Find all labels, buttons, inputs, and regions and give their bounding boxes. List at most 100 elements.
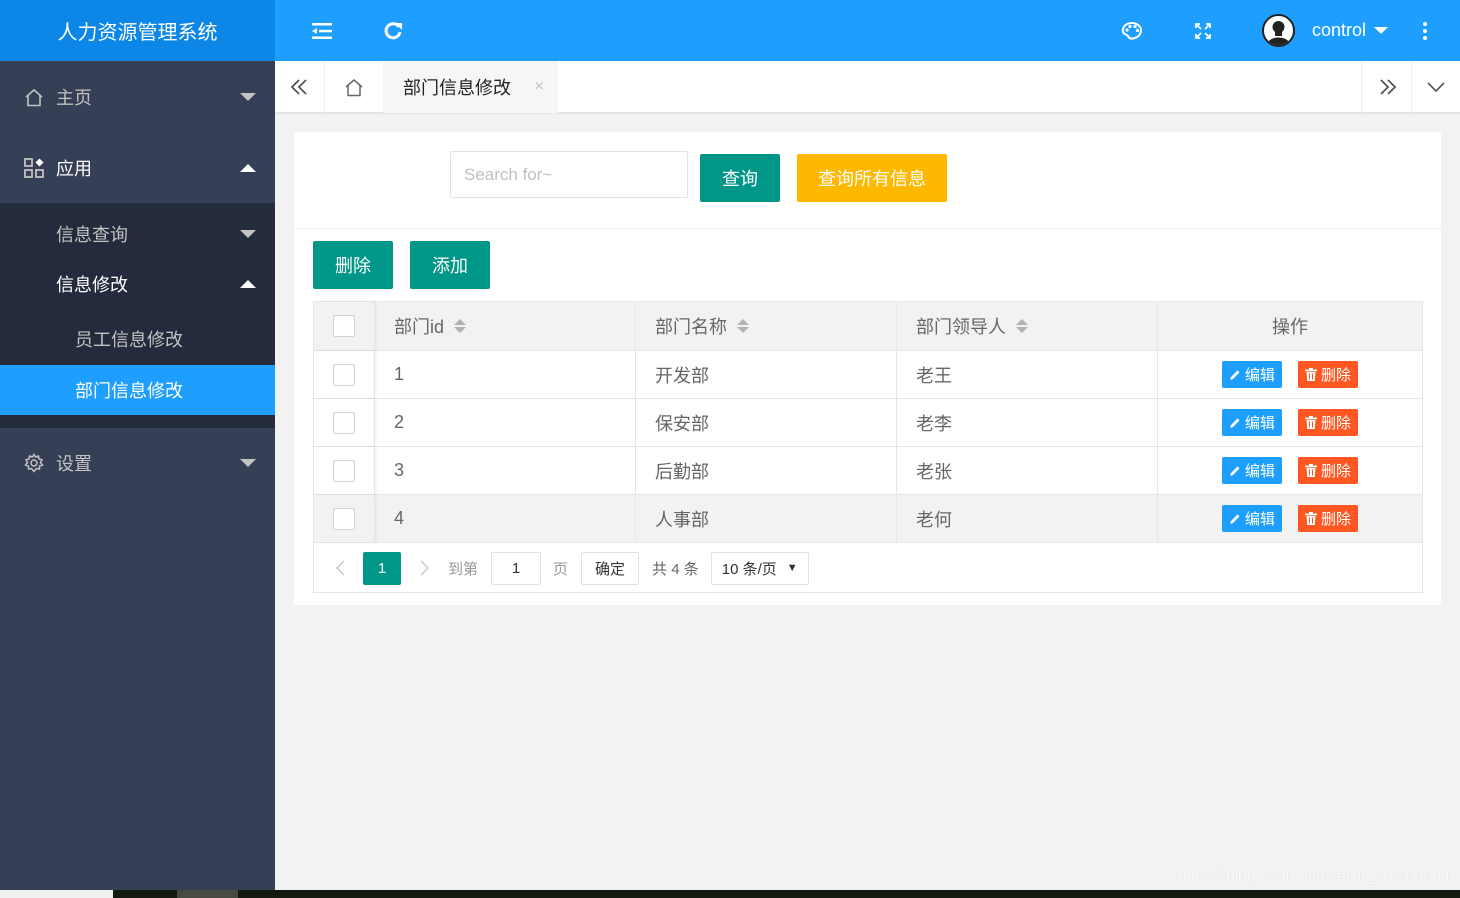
pencil-icon (1229, 513, 1241, 525)
delete-button[interactable]: 删除 (1298, 457, 1359, 484)
tab-options-button[interactable] (1411, 61, 1460, 113)
tab-scroll-right-button[interactable] (1361, 61, 1411, 113)
cell-id: 1 (375, 351, 636, 398)
palette-icon[interactable] (1112, 0, 1152, 61)
trash-icon (1305, 368, 1317, 381)
edit-button[interactable]: 编辑 (1221, 409, 1282, 436)
edit-button[interactable]: 编辑 (1221, 505, 1282, 532)
apps-submenu: 信息查询 信息修改 员工信息修改 部门信息修改 (0, 203, 275, 428)
cell-name: 人事部 (636, 495, 897, 542)
content-card: 查询 查询所有信息 删除 添加 部门id 部门名称 部门领导人 操作 1开发部老… (294, 132, 1441, 605)
delete-button[interactable]: 删除 (1298, 361, 1359, 388)
sidebar-item-info-query[interactable]: 信息查询 (0, 209, 275, 259)
sidebar-item-apps[interactable]: 应用 (0, 133, 275, 203)
column-header-name[interactable]: 部门名称 (636, 302, 897, 350)
delete-button[interactable]: 删除 (1298, 505, 1359, 532)
trash-icon (1305, 464, 1317, 477)
top-header: 人力资源管理系统 control (0, 0, 1460, 61)
refresh-icon[interactable] (373, 0, 413, 61)
apps-icon (24, 158, 44, 178)
cell-actions: 编辑 删除 (1158, 351, 1422, 398)
username: control (1312, 20, 1367, 40)
fullscreen-icon[interactable] (1183, 0, 1223, 61)
sidebar: 主页 应用 信息查询 信息修改 员工信息修改 部门信息修改 设置 (0, 61, 275, 890)
next-page-button[interactable] (410, 552, 438, 584)
table-row[interactable]: 3 后勤部 老张 编辑 删除 (314, 447, 1422, 495)
cell-name: 后勤部 (636, 447, 897, 494)
divider (294, 228, 1441, 229)
select-all-checkbox[interactable] (333, 315, 355, 337)
trash-icon (1305, 416, 1317, 429)
chevron-down-icon (1374, 27, 1389, 34)
row-checkbox[interactable] (333, 507, 355, 530)
sidebar-item-employee-modify[interactable]: 员工信息修改 (0, 314, 275, 364)
app-logo-title[interactable]: 人力资源管理系统 (0, 0, 275, 61)
sort-icon[interactable] (737, 319, 749, 333)
table-row[interactable]: 2 保安部 老李 编辑 删除 (314, 399, 1422, 447)
cell-id: 4 (375, 495, 636, 542)
delete-button[interactable]: 删除 (1298, 409, 1359, 436)
table-row[interactable]: 4 人事部 老何 编辑 删除 (314, 495, 1422, 543)
query-all-button[interactable]: 查询所有信息 (797, 154, 947, 202)
tab-scroll-left-button[interactable] (275, 61, 325, 113)
cell-actions: 编辑 删除 (1158, 495, 1422, 542)
page-unit-label: 页 (553, 560, 569, 578)
caret-down-icon: ▼ (786, 562, 798, 574)
page-1-button[interactable]: 1 (363, 551, 401, 585)
watermark: https://blog.csdn.net/weixin_44200984 (1177, 868, 1450, 885)
edit-button[interactable]: 编辑 (1221, 457, 1282, 484)
column-header-leader[interactable]: 部门领导人 (897, 302, 1158, 350)
total-count: 共 4 条 (652, 560, 699, 578)
table-row[interactable]: 1 开发部 老王 编辑 删除 (314, 351, 1422, 399)
gear-icon (24, 453, 44, 473)
cell-leader: 老李 (897, 399, 1158, 446)
cell-actions: 编辑 删除 (1158, 399, 1422, 446)
sidebar-item-home[interactable]: 主页 (0, 62, 275, 132)
chevron-down-icon (240, 230, 256, 238)
more-vertical-icon[interactable] (1405, 0, 1445, 61)
prev-page-button[interactable] (326, 552, 354, 584)
user-menu[interactable]: control (1262, 0, 1389, 61)
avatar (1262, 14, 1295, 47)
row-checkbox[interactable] (333, 459, 355, 482)
cell-id: 2 (375, 399, 636, 446)
tab-home-button[interactable] (325, 61, 383, 113)
menu-fold-icon[interactable] (302, 0, 342, 61)
cell-leader: 老何 (897, 495, 1158, 542)
goto-confirm-button[interactable]: 确定 (581, 551, 640, 585)
pencil-icon (1229, 465, 1241, 477)
sort-icon[interactable] (1016, 319, 1028, 333)
close-icon[interactable]: × (535, 78, 544, 96)
cell-name: 开发部 (636, 351, 897, 398)
taskbar-strip (0, 890, 1460, 898)
chevron-up-icon (240, 280, 256, 288)
batch-delete-button[interactable]: 删除 (313, 241, 393, 289)
column-header-id[interactable]: 部门id (375, 302, 636, 350)
tab-department-modify[interactable]: 部门信息修改 × (383, 61, 558, 113)
cell-id: 3 (375, 447, 636, 494)
table-header-row: 部门id 部门名称 部门领导人 操作 (314, 302, 1422, 351)
query-button[interactable]: 查询 (700, 154, 780, 202)
pencil-icon (1229, 369, 1241, 381)
sidebar-item-info-modify[interactable]: 信息修改 (0, 259, 275, 309)
chevron-down-icon (240, 93, 256, 101)
cell-leader: 老张 (897, 447, 1158, 494)
add-button[interactable]: 添加 (410, 241, 490, 289)
edit-button[interactable]: 编辑 (1221, 361, 1282, 388)
pencil-icon (1229, 417, 1241, 429)
pagination: 1 到第 页 确定 共 4 条 10 条/页 ▼ (314, 543, 1422, 593)
department-table: 部门id 部门名称 部门领导人 操作 1 开发部 老王 编辑 删除 2 保安部 老李 编辑 删除 3… (313, 301, 1423, 593)
home-icon (24, 87, 44, 107)
sidebar-item-department-modify[interactable]: 部门信息修改 (0, 365, 275, 415)
goto-page-input[interactable] (491, 551, 542, 585)
chevron-down-icon (240, 459, 256, 467)
tab-bar: 部门信息修改 × (275, 61, 1460, 113)
sidebar-item-settings[interactable]: 设置 (0, 428, 275, 498)
page-size-select[interactable]: 10 条/页 ▼ (710, 551, 809, 585)
row-checkbox[interactable] (333, 363, 355, 386)
row-checkbox[interactable] (333, 411, 355, 434)
search-input[interactable] (450, 151, 688, 198)
goto-label: 到第 (448, 560, 479, 578)
sort-icon[interactable] (454, 319, 467, 333)
trash-icon (1305, 512, 1317, 525)
